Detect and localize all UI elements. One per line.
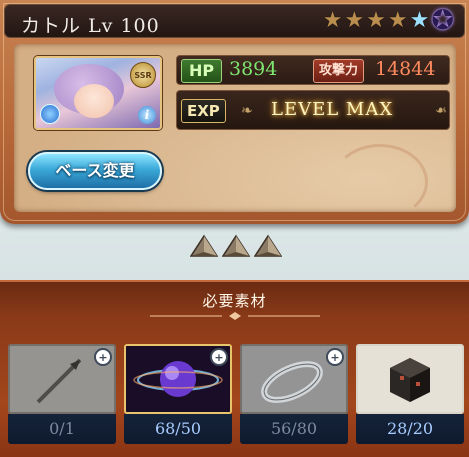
material-count: 56/80 [240,414,348,444]
left-wing-icon: ❧ [241,103,253,119]
star-rating: ★ ★ ★ ★ ★ ✪ [322,5,454,36]
character-card: カトル Lv 100 ★ ★ ★ ★ ★ ✪ SSR i HP 3894 攻撃力… [0,0,469,224]
portrait-face [74,84,114,118]
dark-cube-material-icon [356,344,464,414]
stat-row: HP 3894 攻撃力 14844 [176,55,450,85]
pyramid-icon [222,234,250,258]
materials-list: + 0/1 + 68/50 + 56/80 28/20 [8,344,464,446]
right-wing-icon: ❧ [435,103,447,119]
attack-label: 攻撃力 [313,59,365,83]
material-item[interactable]: + 68/50 [124,344,232,446]
decorative-swirl [332,144,428,220]
material-count: 0/1 [8,414,116,444]
exp-label: EXP [181,99,226,123]
water-element-icon [40,104,60,124]
material-item[interactable]: + 56/80 [240,344,348,446]
level-value: 100 [120,15,160,37]
bronze-star-icon: ★ [344,8,365,33]
attack-value: 14844 [375,58,436,80]
material-count: 68/50 [124,414,232,444]
required-materials-panel: 必要素材 + 0/1 + 68/50 + 56/80 28/20 [0,280,469,457]
pyramid-icon [254,234,282,258]
header-divider [150,312,320,320]
exp-row: EXP ❧ LEVEL MAX ❧ [176,90,450,130]
bronze-star-icon: ★ [322,8,343,33]
blue-star-icon: ★ [409,8,430,33]
purple-star-icon: ✪ [431,5,454,36]
character-portrait[interactable]: SSR i [34,56,162,130]
materials-header: 必要素材 [202,292,267,310]
zoom-icon[interactable]: + [94,348,112,366]
material-item[interactable]: + 0/1 [8,344,116,446]
level-label: Lv [88,15,114,37]
uncap-indicator [190,234,282,258]
character-title-bar: カトル Lv 100 ★ ★ ★ ★ ★ ✪ [4,4,465,38]
hp-value: 3894 [229,58,278,80]
base-change-button[interactable]: ベース変更 [28,152,162,190]
hp-label: HP [181,59,223,83]
pyramid-icon [190,234,218,258]
material-item[interactable]: 28/20 [356,344,464,446]
bronze-star-icon: ★ [387,8,408,33]
material-count: 28/20 [356,414,464,444]
bronze-star-icon: ★ [366,8,386,33]
level-max-text: LEVEL MAX [271,99,394,120]
character-name: カトル [21,15,82,37]
zoom-icon[interactable]: + [326,348,344,366]
zoom-icon[interactable]: + [210,348,228,366]
ssr-badge-icon: SSR [130,62,156,88]
character-name-level: カトル Lv 100 [21,11,160,38]
info-icon[interactable]: i [138,106,156,124]
